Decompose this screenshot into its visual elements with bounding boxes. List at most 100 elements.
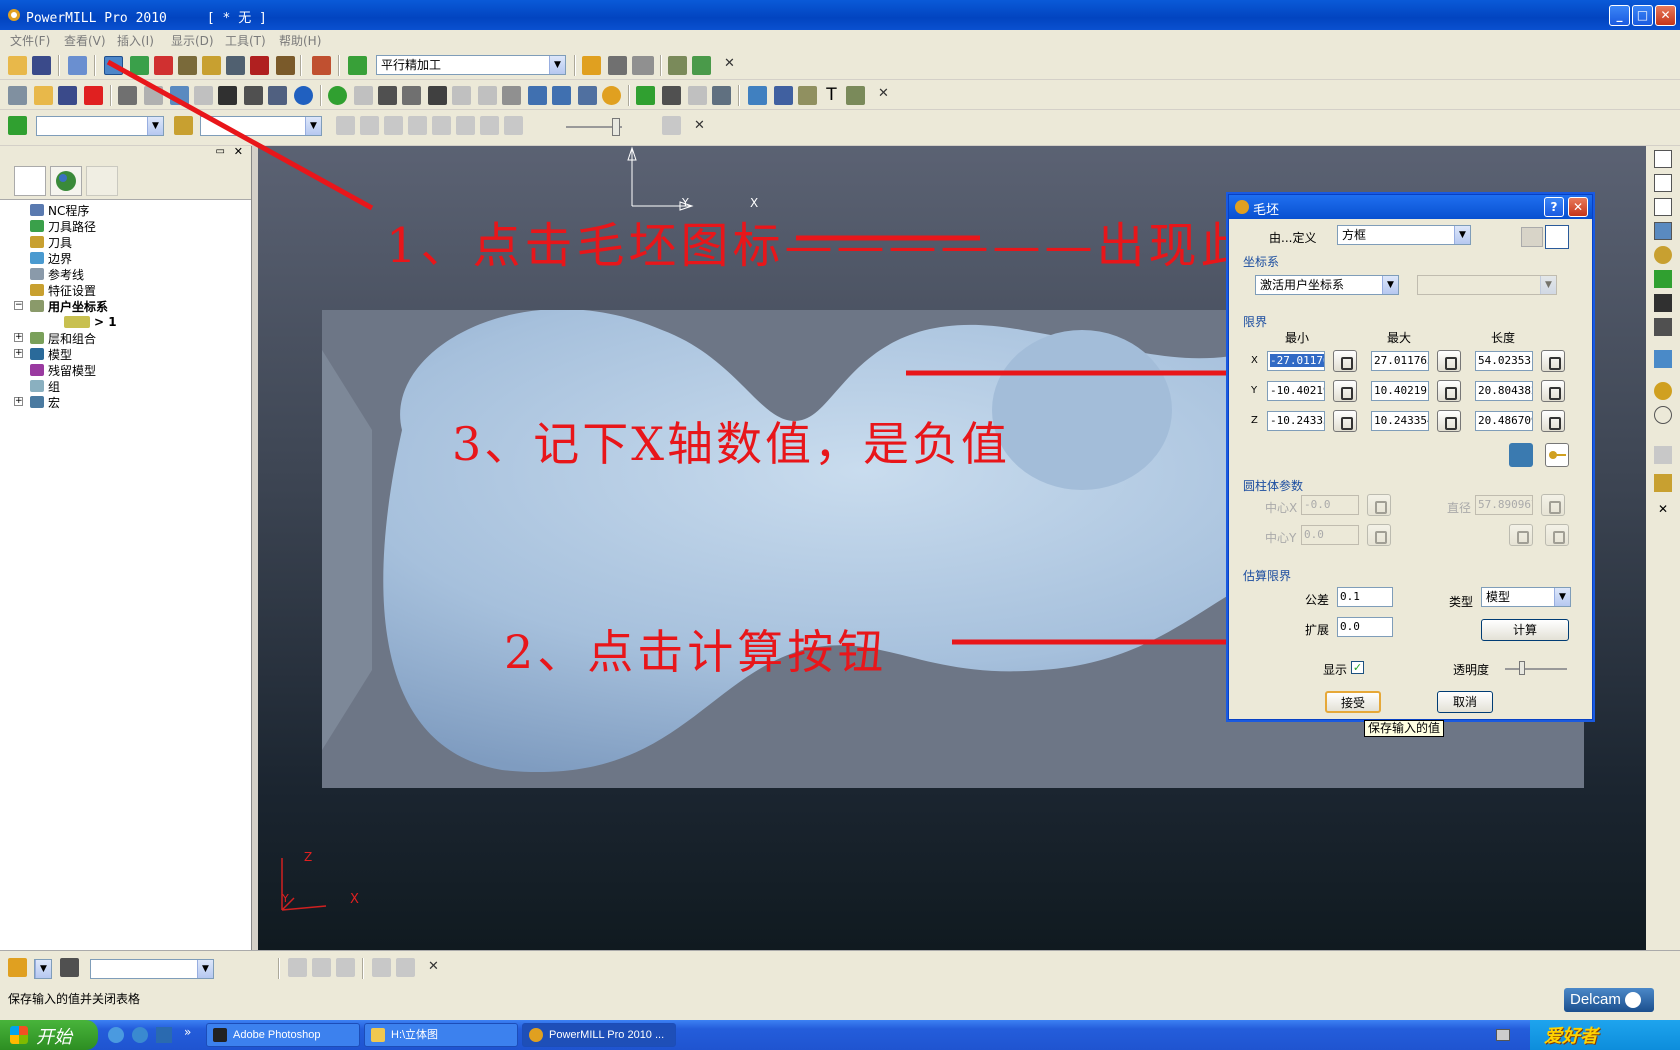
tool-remove-icon[interactable] (396, 958, 415, 977)
y-max-field[interactable]: 10.40219 (1371, 381, 1429, 401)
center-x-field: -0.0 (1301, 495, 1359, 515)
expand-field[interactable]: 0.0 (1337, 617, 1393, 637)
delcam-logo: Delcam (1564, 988, 1654, 1012)
chevron-down-icon[interactable]: ▼ (35, 960, 51, 978)
z-length-field[interactable]: 20.486709 (1475, 411, 1533, 431)
system-tray: 爱好者 (1530, 1020, 1680, 1050)
x-axis-label: X (1251, 355, 1258, 366)
dialog-close-button[interactable]: ✕ (1568, 197, 1588, 217)
defined-by-select[interactable]: 方框 ▼ (1337, 225, 1471, 245)
task-folder[interactable]: H:\立体图 (364, 1023, 518, 1047)
annotation-step3: 3、记下X轴数值，是负值 (452, 417, 1011, 471)
center-x-label: 中心X (1265, 501, 1298, 515)
y-max-lock-icon[interactable] (1437, 380, 1461, 402)
start-button[interactable]: 开始 (0, 1020, 98, 1050)
tool-holder-icon[interactable] (8, 958, 27, 977)
tool-edit-icon[interactable] (288, 958, 307, 977)
key-icon[interactable] (1545, 443, 1569, 467)
coordinate-group-label: 坐标系 (1243, 255, 1280, 269)
delcam-logo-icon (1625, 992, 1642, 1009)
x-max-lock-icon[interactable] (1437, 350, 1461, 372)
chevron-down-icon[interactable]: ▼ (1382, 276, 1398, 294)
z-min-lock-icon[interactable] (1333, 410, 1357, 432)
center-y-lock-icon (1367, 524, 1391, 546)
dialog-title-bar: 毛坯 ? ✕ (1229, 195, 1592, 219)
x-length-lock-icon[interactable] (1541, 350, 1565, 372)
quicklaunch-app-icon[interactable] (156, 1027, 172, 1043)
z-min-field[interactable]: -10.24335 (1267, 411, 1325, 431)
status-text: 保存输入的值并关闭表格 (8, 992, 141, 1006)
chevron-down-icon[interactable]: ▼ (197, 960, 213, 978)
column-min-label: 最小 (1285, 331, 1310, 345)
dialog-app-icon (1235, 200, 1249, 214)
center-y-label: 中心Y (1265, 531, 1297, 545)
transparency-label: 透明度 (1453, 663, 1490, 677)
diameter-field: 57.890967 (1475, 495, 1533, 515)
annotation-step1: 1、点击毛坯图标——————出现此窗口 (386, 218, 1357, 274)
tool-type-combo[interactable]: ▼ (34, 959, 52, 979)
z-max-lock-icon[interactable] (1437, 410, 1461, 432)
diameter-label: 直径 (1447, 501, 1472, 515)
dialog-help-button[interactable]: ? (1544, 197, 1564, 217)
limits-group-label: 限界 (1243, 315, 1268, 329)
powermill-task-icon (529, 1028, 543, 1042)
status-bar: 保存输入的值并关闭表格 (0, 984, 1680, 1020)
load-block-icon[interactable] (1521, 227, 1543, 247)
tool-delete-icon[interactable] (336, 958, 355, 977)
tolerance-field[interactable]: 0.1 (1337, 587, 1393, 607)
windows-taskbar: 开始 » Adobe Photoshop H:\立体图 PowerMILL Pr… (0, 1020, 1680, 1050)
transparency-slider[interactable] (1505, 668, 1567, 670)
x-length-field[interactable]: 54.02353 (1475, 351, 1533, 371)
type-select[interactable]: 模型 ▼ (1481, 587, 1571, 607)
watermark-logo: 爱好者 (1544, 1026, 1598, 1047)
quicklaunch-browser-icon[interactable] (132, 1027, 148, 1043)
chevron-down-icon: ▼ (1540, 276, 1556, 294)
show-label: 显示 (1323, 663, 1348, 677)
cyl-lock-all-icon (1509, 524, 1533, 546)
cancel-button[interactable]: 取消 (1437, 691, 1493, 713)
tool-copy-icon[interactable] (312, 958, 331, 977)
y-length-lock-icon[interactable] (1541, 380, 1565, 402)
tool-pencil-icon[interactable] (372, 958, 391, 977)
defined-by-label: 由...定义 (1269, 231, 1317, 245)
x-min-lock-icon[interactable] (1333, 350, 1357, 372)
y-min-field[interactable]: -10.40219 (1267, 381, 1325, 401)
dialog-title: 毛坯 (1253, 203, 1280, 218)
chevron-down-icon[interactable]: ▼ (1554, 588, 1570, 606)
tool-combo[interactable]: ▼ (90, 959, 214, 979)
quicklaunch-more-icon[interactable]: » (184, 1025, 191, 1039)
y-length-field[interactable]: 20.804382 (1475, 381, 1533, 401)
task-photoshop[interactable]: Adobe Photoshop (206, 1023, 360, 1047)
accept-button[interactable]: 接受 (1325, 691, 1381, 713)
chevron-down-icon[interactable]: ▼ (1454, 226, 1470, 244)
reset-block-icon[interactable] (1545, 225, 1569, 249)
windows-logo-icon (10, 1026, 28, 1044)
task-powermill[interactable]: PowerMILL Pro 2010 ... (522, 1023, 676, 1047)
y-min-lock-icon[interactable] (1333, 380, 1357, 402)
estimate-group-label: 估算限界 (1243, 569, 1292, 583)
show-checkbox[interactable]: ✓ (1351, 661, 1364, 674)
z-max-field[interactable]: 10.243354 (1371, 411, 1429, 431)
coordinate-system-select[interactable]: 激活用户坐标系 ▼ (1255, 275, 1399, 295)
folder-icon (371, 1028, 385, 1042)
y-axis-label: Y (1251, 385, 1258, 396)
tool-grid-icon[interactable] (60, 958, 79, 977)
center-x-lock-icon (1367, 494, 1391, 516)
photoshop-icon (213, 1028, 227, 1042)
bottom-toolbar-close-icon[interactable]: ✕ (428, 959, 439, 974)
x-min-field[interactable]: -27.011765 (1267, 351, 1325, 371)
accept-tooltip: 保存输入的值 (1364, 720, 1445, 737)
lock-all-icon[interactable] (1509, 443, 1533, 467)
column-max-label: 最大 (1387, 331, 1412, 345)
cylinder-group-label: 圆柱体参数 (1243, 479, 1304, 493)
z-length-lock-icon[interactable] (1541, 410, 1565, 432)
keyboard-tray-icon[interactable] (1496, 1029, 1510, 1041)
quicklaunch-ie-icon[interactable] (108, 1027, 124, 1043)
column-length-label: 长度 (1491, 331, 1516, 345)
transparency-slider-thumb[interactable] (1519, 661, 1525, 675)
block-dialog: 毛坯 ? ✕ 由...定义 方框 ▼ 坐标系 激活用户坐标系 ▼ ▼ 限界 最小… (1228, 194, 1593, 720)
x-max-field[interactable]: 27.011765 (1371, 351, 1429, 371)
bottom-toolbar: ▼ ▼ ✕ (0, 950, 1680, 984)
calculate-button[interactable]: 计算 (1481, 619, 1569, 641)
type-label: 类型 (1449, 595, 1474, 609)
